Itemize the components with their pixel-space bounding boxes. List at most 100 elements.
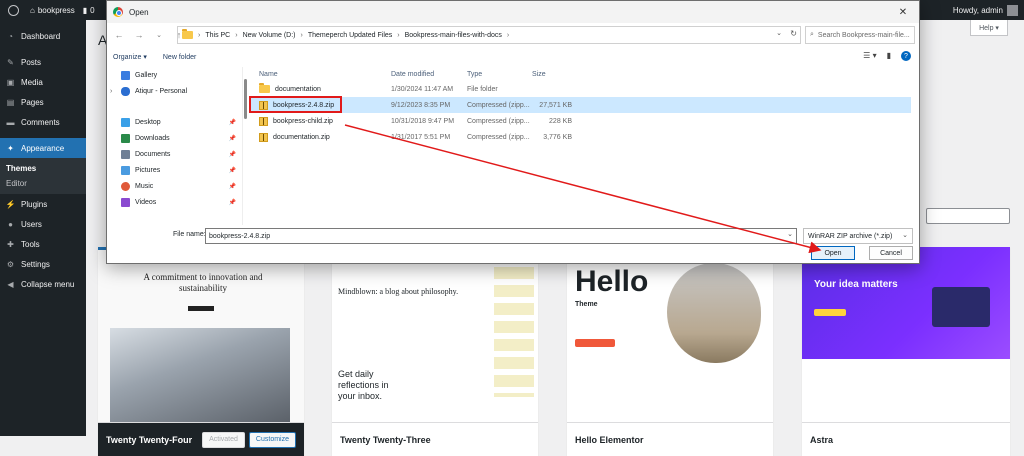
sidebar-item-appearance[interactable]: ✦ Appearance xyxy=(0,138,86,158)
pin-icon[interactable]: 📌 xyxy=(229,183,236,190)
chevron-right-icon[interactable]: › xyxy=(110,88,112,95)
videos-icon xyxy=(121,197,130,207)
theme-screenshot: A commitment to innovation and sustainab… xyxy=(98,250,304,424)
help-tab-button[interactable]: Help ▾ xyxy=(970,20,1008,36)
close-icon[interactable]: ✕ xyxy=(887,1,919,23)
pages-icon: ▤ xyxy=(6,97,15,107)
file-row[interactable]: documentation.zip 1/31/2017 5:51 PM Comp… xyxy=(249,129,911,145)
theme-card-twenty-twenty-three[interactable]: Mindblown: a blog about philosophy. Get … xyxy=(332,247,538,456)
column-name[interactable]: Name xyxy=(249,71,391,78)
my-account-menu[interactable]: Howdy, admin xyxy=(953,0,1018,20)
nav-item-music[interactable]: Music 📌 xyxy=(107,178,242,194)
sidebar-item-plugins[interactable]: ⚡ Plugins xyxy=(0,194,86,214)
theme-card-twenty-twenty-four[interactable]: A commitment to innovation and sustainab… xyxy=(98,247,304,456)
file-list: Name Date modified Type Size documentati… xyxy=(249,67,911,225)
navigation-pane: Gallery › Atiqur - Personal Desktop 📌 Down… xyxy=(107,67,243,225)
desert-image xyxy=(667,263,761,363)
theme-card-astra[interactable]: Your idea matters Astra xyxy=(802,247,1010,456)
forward-arrow-icon[interactable]: → xyxy=(131,27,147,43)
highlight-box xyxy=(249,96,342,113)
collapse-menu-button[interactable]: ◀ Collapse menu xyxy=(0,274,86,294)
pictures-icon xyxy=(121,165,130,175)
back-arrow-icon[interactable]: ← xyxy=(111,27,127,43)
recent-locations-icon[interactable]: ⌄ xyxy=(151,27,167,43)
new-folder-button[interactable]: New folder xyxy=(163,54,196,61)
help-icon[interactable]: ? xyxy=(901,51,911,61)
pin-icon[interactable]: 📌 xyxy=(229,151,236,158)
chevron-down-icon[interactable]: ⌄ xyxy=(787,230,793,238)
nav-item-onedrive[interactable]: › Atiqur - Personal xyxy=(107,83,242,99)
chevron-down-icon[interactable]: ⌄ xyxy=(776,29,782,37)
sidebar-item-dashboard[interactable]: ◔ Dashboard xyxy=(0,26,86,46)
column-date[interactable]: Date modified xyxy=(391,71,467,78)
sidebar-item-media[interactable]: ▣ Media xyxy=(0,72,86,92)
column-type[interactable]: Type xyxy=(467,71,532,78)
file-row[interactable]: bookpress-child.zip 10/31/2018 9:47 PM C… xyxy=(249,113,911,129)
breadcrumb-item[interactable]: This PC xyxy=(205,32,230,39)
admin-sidebar: ◔ Dashboard ✎ Posts ▣ Media ▤ Pages ▬ Comment… xyxy=(0,20,86,436)
pin-icon[interactable]: 📌 xyxy=(229,199,236,206)
settings-icon: ⚙ xyxy=(6,259,15,269)
pin-icon[interactable]: 📌 xyxy=(229,167,236,174)
search-themes-input[interactable] xyxy=(926,208,1010,224)
site-name-link[interactable]: ⌂ bookpress xyxy=(30,6,75,15)
comments-link[interactable]: ▮ 0 xyxy=(83,6,95,15)
filename-label: File name: xyxy=(173,231,206,238)
search-icon: ⌕ xyxy=(810,31,814,38)
view-options-icon[interactable]: ☰ ▾ xyxy=(863,51,876,61)
nav-item-gallery[interactable]: Gallery xyxy=(107,67,242,83)
preview-pane-icon[interactable]: ▮ xyxy=(887,51,891,61)
cancel-button[interactable]: Cancel xyxy=(869,246,913,260)
theme-screenshot: Mindblown: a blog about philosophy. Get … xyxy=(332,247,538,421)
theme-card-hello-elementor[interactable]: Hello Theme Hello Elementor xyxy=(567,247,773,456)
comments-icon: ▬ xyxy=(6,117,15,127)
nav-item-videos[interactable]: Videos 📌 xyxy=(107,194,242,210)
pin-icon: ✎ xyxy=(7,57,14,67)
chevron-down-icon: ⌄ xyxy=(902,232,908,239)
navigation-bar: ← → ⌄ ↑ › This PC › New Volume (D:) › Th… xyxy=(107,23,919,47)
refresh-icon[interactable]: ↻ xyxy=(790,29,797,38)
nav-item-desktop[interactable]: Desktop 📌 xyxy=(107,114,242,130)
filetype-select[interactable]: WinRAR ZIP archive (*.zip) ⌄ xyxy=(803,228,913,244)
sidebar-item-pages[interactable]: ▤ Pages xyxy=(0,92,86,112)
wordpress-logo-icon[interactable] xyxy=(4,1,22,19)
customize-button[interactable]: Customize xyxy=(248,431,296,448)
theme-screenshot: Your idea matters xyxy=(802,247,1010,421)
pin-icon[interactable]: 📌 xyxy=(229,119,236,126)
search-input[interactable]: ⌕ Search Bookpress-main-file... xyxy=(805,26,915,44)
breadcrumb-item[interactable]: Bookpress-main-files-with-docs xyxy=(405,32,502,39)
nav-item-documents[interactable]: Documents 📌 xyxy=(107,146,242,162)
breadcrumb-item[interactable]: New Volume (D:) xyxy=(243,32,296,39)
sidebar-item-posts[interactable]: ✎ Posts xyxy=(0,52,86,72)
downloads-icon xyxy=(121,133,130,143)
address-bar[interactable]: › This PC › New Volume (D:) › Themeperch… xyxy=(177,26,801,44)
sidebar-item-settings[interactable]: ⚙ Settings xyxy=(0,254,86,274)
submenu-item-editor[interactable]: Editor xyxy=(0,176,86,191)
organize-button[interactable]: Organize ▾ xyxy=(113,53,147,61)
navpane-scrollbar[interactable] xyxy=(244,79,247,119)
theme-footer: Twenty Twenty-Four Activated Customize xyxy=(98,422,304,456)
tools-icon: ✚ xyxy=(7,239,14,249)
submenu-item-themes[interactable]: Themes xyxy=(0,161,86,176)
media-icon: ▣ xyxy=(6,77,15,87)
home-icon: ⌂ xyxy=(30,5,35,15)
sidebar-item-tools[interactable]: ✚ Tools xyxy=(0,234,86,254)
documents-icon xyxy=(121,149,130,159)
open-button[interactable]: Open xyxy=(811,246,855,260)
chrome-icon xyxy=(113,7,123,17)
sidebar-item-users[interactable]: ● Users xyxy=(0,214,86,234)
plugins-icon: ⚡ xyxy=(5,199,16,209)
nav-item-downloads[interactable]: Downloads 📌 xyxy=(107,130,242,146)
filename-field[interactable]: bookpress-2.4.8.zip ⌄ xyxy=(205,228,797,244)
sidebar-item-comments[interactable]: ▬ Comments xyxy=(0,112,86,132)
file-row[interactable]: documentation 1/30/2024 11:47 AM File fo… xyxy=(249,81,911,97)
column-size[interactable]: Size xyxy=(532,71,572,78)
file-row-selected[interactable]: bookpress-2.4.8.zip 9/12/2023 8:35 PM Co… xyxy=(249,97,911,113)
zip-file-icon xyxy=(259,116,268,126)
breadcrumb-item[interactable]: Themeperch Updated Files xyxy=(308,32,392,39)
zip-file-icon xyxy=(259,132,268,142)
nav-item-pictures[interactable]: Pictures 📌 xyxy=(107,162,242,178)
pin-icon[interactable]: 📌 xyxy=(229,135,236,142)
collapse-icon: ◀ xyxy=(7,279,14,289)
dialog-titlebar: Open xyxy=(107,1,919,23)
